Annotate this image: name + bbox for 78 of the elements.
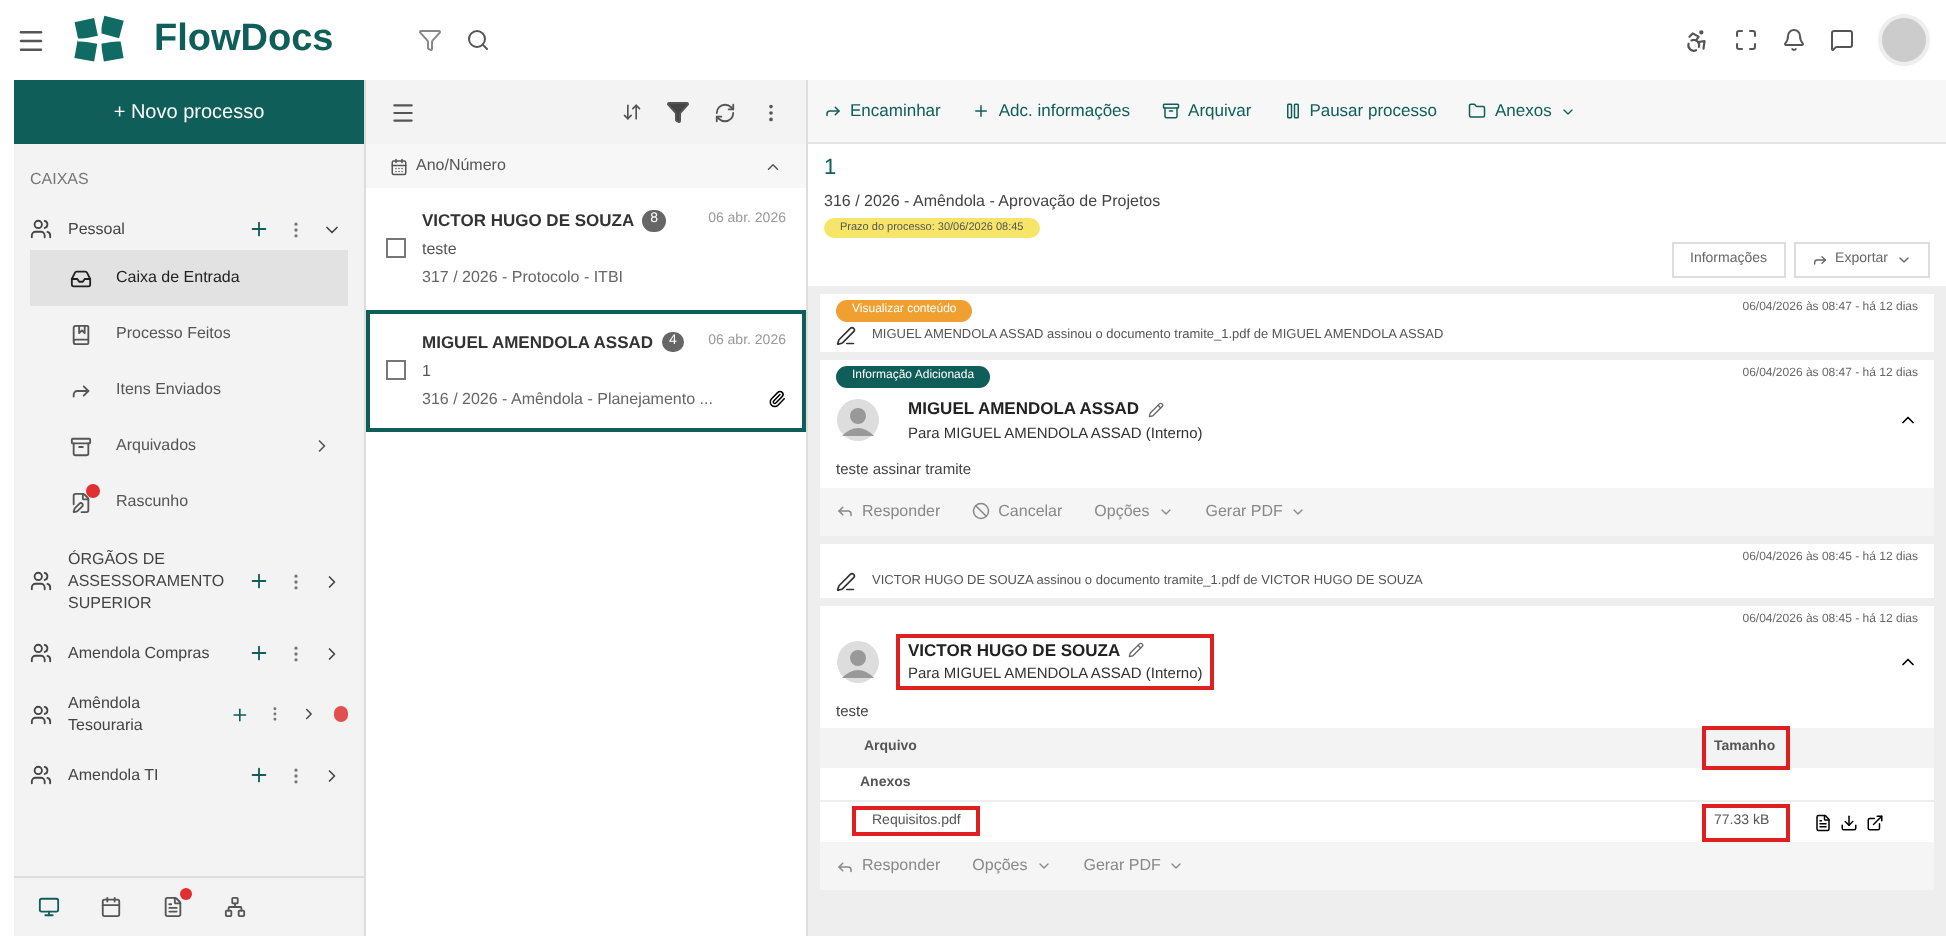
- checkbox[interactable]: [386, 360, 406, 381]
- mailbox-group[interactable]: Pessoal: [30, 208, 348, 250]
- toolbar-button[interactable]: Adc. informações: [972, 98, 1131, 124]
- mailbox-label: Processo Feitos: [116, 322, 233, 346]
- logo-icon: [70, 14, 130, 66]
- mailbox-label: Caixa de Entrada: [116, 266, 242, 290]
- avatar-silhouette: [836, 639, 880, 683]
- mailbox-group[interactable]: ÓRGÃOS DE ASSESSORAMENTO SUPERIOR: [30, 538, 348, 624]
- footer-icon[interactable]: [100, 896, 122, 918]
- sort-icon[interactable]: [622, 102, 642, 122]
- new-process-button[interactable]: + Novo processo: [14, 80, 364, 144]
- signature-icon: [836, 326, 856, 347]
- mailbox-label: Arquivados: [116, 434, 199, 458]
- forward-icon: [1811, 252, 1828, 268]
- cancel-icon: [972, 502, 991, 520]
- fullscreen-icon[interactable]: [1734, 28, 1758, 52]
- archive-icon: [1162, 102, 1181, 120]
- author-name: VICTOR HUGO DE SOUZA: [908, 637, 1121, 663]
- mailbox-item[interactable]: Caixa de Entrada: [30, 250, 348, 306]
- toolbar-button[interactable]: Encaminhar: [824, 98, 941, 124]
- add-icon[interactable]: [248, 570, 270, 592]
- sender-name: MIGUEL AMENDOLA ASSAD: [422, 329, 654, 355]
- edit-icon[interactable]: [1128, 641, 1145, 658]
- notifications-icon[interactable]: [1782, 28, 1806, 52]
- group-icon: [30, 764, 52, 786]
- reply-icon: [836, 502, 854, 520]
- toolbar-button[interactable]: Arquivar: [1162, 98, 1252, 124]
- add-icon[interactable]: [248, 218, 270, 240]
- add-icon[interactable]: [248, 642, 270, 664]
- group-icon: [30, 570, 52, 592]
- file-icon[interactable]: [1814, 813, 1832, 832]
- accessibility-icon[interactable]: [1684, 27, 1710, 53]
- refresh-icon[interactable]: [714, 101, 736, 123]
- signature-icon: [836, 571, 856, 591]
- mailbox-item[interactable]: Processo Feitos: [30, 306, 348, 362]
- caret-icon: [1896, 252, 1912, 268]
- download-icon[interactable]: [1840, 813, 1858, 832]
- add-icon: [972, 102, 991, 120]
- group-icon: [30, 703, 52, 725]
- avatar-silhouette: [836, 398, 880, 443]
- search-icon[interactable]: [466, 28, 490, 52]
- footer-icon[interactable]: [38, 896, 60, 918]
- mailbox-label: Itens Enviados: [116, 378, 223, 402]
- process-number: 316 / 2026 - Amêndola - Planejamento ...: [422, 387, 715, 411]
- mailbox-group[interactable]: Amendola Compras: [30, 632, 348, 674]
- edit-icon[interactable]: [1147, 401, 1164, 418]
- forward-icon: [824, 102, 842, 120]
- checkbox[interactable]: [386, 238, 406, 259]
- add-icon[interactable]: [230, 703, 250, 725]
- author-name: MIGUEL AMENDOLA ASSAD: [908, 396, 1140, 422]
- toolbar-button[interactable]: Pausar processo: [1283, 98, 1437, 124]
- chat-icon[interactable]: [1830, 28, 1854, 52]
- mailbox-group[interactable]: Amendola TI: [30, 754, 348, 796]
- mailbox-group[interactable]: Amêndola Tesouraria: [30, 682, 348, 746]
- section-label: CAIXAS: [30, 168, 91, 192]
- process-title: 1: [824, 154, 839, 184]
- group-icon: [30, 218, 52, 240]
- sort-header[interactable]: Ano/Número: [366, 144, 806, 188]
- mailbox-item[interactable]: Rascunho: [30, 474, 348, 530]
- mailbox-item[interactable]: Itens Enviados: [30, 362, 348, 418]
- sender-name: VICTOR HUGO DE SOUZA: [422, 208, 635, 234]
- footer-icon[interactable]: [162, 896, 184, 918]
- mailbox-label: Rascunho: [116, 490, 191, 514]
- process-subtitle: 316 / 2026 - Amêndola - Aprovação de Projetos: [824, 189, 1163, 213]
- process-text: teste: [422, 237, 459, 262]
- process-number: 317 / 2026 - Protocolo - ITBI: [422, 265, 625, 290]
- mailbox-item[interactable]: Arquivados: [30, 418, 348, 474]
- reply-icon: [836, 857, 854, 876]
- group-icon: [30, 642, 52, 664]
- pause-icon: [1283, 102, 1302, 120]
- footer-icon[interactable]: [224, 896, 246, 918]
- add-icon[interactable]: [248, 764, 270, 786]
- filter-icon[interactable]: [666, 100, 690, 124]
- external-link-icon[interactable]: [1866, 813, 1884, 832]
- toolbar-button[interactable]: Anexos: [1468, 98, 1576, 124]
- process-text: 1: [422, 359, 433, 383]
- calendar-icon: [390, 157, 408, 175]
- app-name: FlowDocs: [154, 15, 336, 64]
